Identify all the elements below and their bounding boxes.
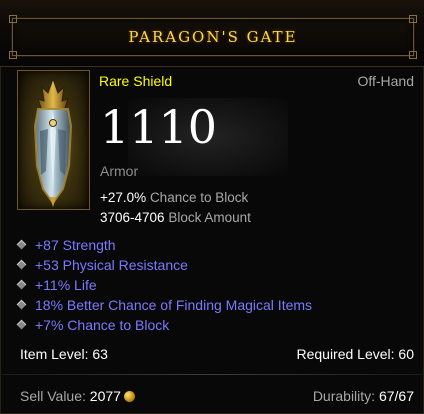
required-level-value: 60	[398, 346, 414, 362]
block-amount-label: Block Amount	[168, 210, 251, 225]
item-tooltip: PARAGON'S GATE Rare Shield Off-Hand 1110…	[0, 0, 424, 414]
block-chance-label: Chance to Block	[149, 190, 249, 205]
shield-item-icon	[33, 77, 73, 207]
affix-item: +53 Physical Resistance	[16, 255, 312, 275]
item-rarity-type: Rare Shield	[99, 73, 173, 89]
item-icon-slot[interactable]	[17, 70, 90, 210]
block-amount-value: 3706-4706	[100, 210, 165, 225]
affix-bullet-icon	[16, 259, 27, 270]
durability-label: Durability:	[312, 388, 376, 404]
title-frame: PARAGON'S GATE	[9, 15, 417, 59]
item-level-label: Item Level:	[20, 346, 89, 362]
title-bar: PARAGON'S GATE	[0, 0, 424, 67]
affix-bullet-icon	[16, 239, 27, 250]
affix-bullet-icon	[16, 299, 27, 310]
armor-label: Armor	[100, 163, 139, 179]
gold-coin-icon	[123, 391, 135, 402]
affix-item: +7% Chance to Block	[16, 315, 312, 335]
block-chance-value: +27.0%	[100, 190, 147, 205]
affix-list: +87 Strength +53 Physical Resistance +11…	[16, 235, 312, 335]
affix-item: +87 Strength	[16, 235, 312, 255]
item-name: PARAGON'S GATE	[128, 28, 298, 46]
item-level-value: 63	[92, 346, 108, 362]
tooltip-footer: Sell Value: 2077 Durability: 67/67	[0, 382, 424, 412]
footer-divider	[0, 374, 424, 375]
affix-item: +11% Life	[16, 275, 312, 295]
block-chance-stat: +27.0% Chance to Block	[100, 190, 248, 205]
item-slot-label: Off-Hand	[357, 73, 414, 89]
affix-bullet-icon	[16, 279, 27, 290]
block-amount-stat: 3706-4706 Block Amount	[100, 210, 251, 225]
required-level: Required Level: 60	[296, 346, 414, 362]
item-level: Item Level: 63	[20, 346, 108, 362]
required-level-label: Required Level:	[296, 346, 395, 362]
affix-item: 18% Better Chance of Finding Magical Ite…	[16, 295, 312, 315]
armor-value: 1110	[100, 100, 218, 154]
affix-bullet-icon	[16, 319, 27, 330]
durability-value: 67/67	[378, 388, 414, 404]
sell-value-amount: 2077	[89, 388, 121, 404]
sell-value: Sell Value: 2077	[20, 388, 135, 404]
sell-value-label: Sell Value:	[20, 388, 86, 404]
durability: Durability: 67/67	[313, 388, 414, 404]
